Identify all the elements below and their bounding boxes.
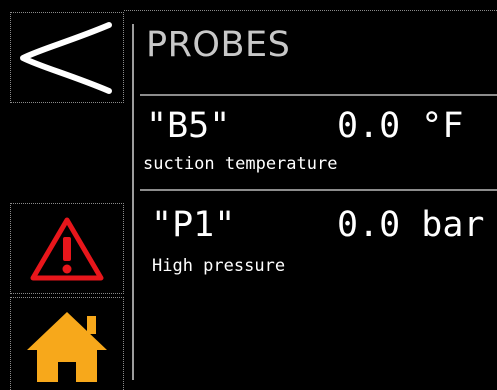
sidebar bbox=[0, 0, 124, 390]
page-title: PROBES bbox=[146, 25, 291, 65]
probe-id: "P1" bbox=[151, 205, 236, 245]
vertical-divider bbox=[132, 24, 134, 380]
back-button[interactable] bbox=[10, 12, 124, 103]
probe-value: 0.0 °F bbox=[337, 106, 464, 146]
probe-description: suction temperature bbox=[143, 154, 338, 174]
row-divider bbox=[140, 94, 497, 96]
alarm-button[interactable] bbox=[10, 203, 124, 294]
row-divider bbox=[140, 189, 497, 191]
warning-triangle-icon bbox=[30, 217, 104, 281]
home-icon bbox=[27, 312, 107, 382]
home-button[interactable] bbox=[10, 297, 124, 390]
probes-screen: PROBES "B5" 0.0 °F suction temperature "… bbox=[0, 0, 497, 390]
top-edge-divider bbox=[124, 10, 497, 11]
chevron-left-icon bbox=[20, 22, 112, 94]
probe-value: 0.0 bar bbox=[337, 205, 485, 245]
probe-description: High pressure bbox=[152, 256, 286, 276]
probe-id: "B5" bbox=[146, 106, 231, 146]
